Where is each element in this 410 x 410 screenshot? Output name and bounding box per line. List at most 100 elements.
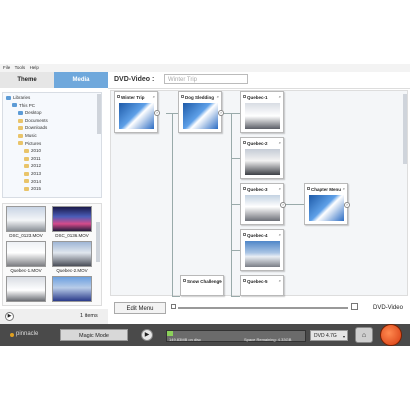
node-checkbox[interactable] xyxy=(243,279,246,282)
pinnacle-logo-icon xyxy=(10,333,14,337)
node-link-icon[interactable]: › xyxy=(218,110,224,116)
magic-mode-button[interactable]: Magic Mode xyxy=(60,329,128,341)
folder-tree-item[interactable]: 2014 xyxy=(24,179,41,185)
node-link-icon[interactable]: › xyxy=(280,202,286,208)
connector-line xyxy=(284,204,304,205)
node-title: Winter Trip xyxy=(121,95,145,100)
node-title: Quebec-2 xyxy=(247,141,268,146)
node-checkbox[interactable] xyxy=(243,233,246,236)
menu-help[interactable]: Help xyxy=(30,64,39,72)
folder-icon xyxy=(24,149,29,153)
folder-label: 2013 xyxy=(31,171,42,176)
connector-line xyxy=(172,296,180,297)
menu-tools[interactable]: Tools xyxy=(15,64,26,72)
node-checkbox[interactable] xyxy=(243,187,246,190)
folder-icon xyxy=(18,133,23,138)
folder-tree-item[interactable]: Documents xyxy=(18,118,48,124)
node-options-icon[interactable]: ⌕ xyxy=(343,186,345,191)
node-options-icon[interactable]: ⌕ xyxy=(219,278,221,283)
preview-play-button[interactable]: ▶ xyxy=(5,312,14,321)
media-thumbnail[interactable] xyxy=(6,276,46,302)
node-options-icon[interactable]: ⌕ xyxy=(279,186,281,191)
node-title: Quebec-5 xyxy=(247,279,268,284)
folder-tree-item[interactable]: Music xyxy=(18,133,37,139)
node-link-icon[interactable]: › xyxy=(344,202,350,208)
play-button[interactable]: ▶ xyxy=(141,329,153,341)
folder-tree-item[interactable]: Downloads xyxy=(18,125,47,131)
folder-tree-item[interactable]: Pictures xyxy=(18,141,41,147)
media-scrollbar[interactable] xyxy=(96,222,100,262)
folder-tree-item[interactable]: 2013 xyxy=(24,171,41,177)
menu-node[interactable]: Winter Trip ⌕ › xyxy=(114,91,160,133)
edit-menu-button[interactable]: Edit Menu xyxy=(114,302,166,314)
folder-tree-item[interactable]: Desktop xyxy=(18,110,42,116)
node-checkbox[interactable] xyxy=(117,95,120,98)
zoom-in-icon[interactable] xyxy=(351,303,358,310)
node-options-icon[interactable]: ⌕ xyxy=(279,140,281,145)
menu-node[interactable]: Snow Challenge ⌕ xyxy=(180,275,224,296)
media-filename: DSC_0136.MOV xyxy=(55,233,89,238)
project-title-input[interactable]: Winter Trip xyxy=(164,74,248,84)
disc-type-select[interactable]: DVD 4.7G ▾ xyxy=(310,330,348,341)
folder-label: Documents xyxy=(25,117,48,123)
folder-tree-item[interactable]: 2015 xyxy=(24,186,41,192)
node-checkbox[interactable] xyxy=(307,187,310,190)
node-checkbox[interactable] xyxy=(243,95,246,98)
media-thumbnail[interactable] xyxy=(52,206,92,232)
folder-tree-scrollbar[interactable] xyxy=(97,94,101,134)
node-title: Dog Sledding xyxy=(185,95,214,100)
connector-line xyxy=(231,296,240,297)
menu-node[interactable]: Quebec-4 ⌕ xyxy=(240,229,284,271)
burn-button[interactable] xyxy=(380,324,402,346)
canvas-scrollbar[interactable] xyxy=(403,94,407,164)
export-button[interactable]: ⌂ xyxy=(355,327,373,343)
tab-theme[interactable]: Theme xyxy=(0,72,54,88)
folder-label: This PC xyxy=(19,102,36,108)
connector-line xyxy=(172,113,173,297)
node-options-icon[interactable]: ⌕ xyxy=(217,94,219,99)
connector-line xyxy=(231,158,240,159)
node-options-icon[interactable]: ⌕ xyxy=(279,94,281,99)
media-thumbnail[interactable] xyxy=(52,241,92,267)
folder-label: Desktop xyxy=(25,110,42,116)
folder-label: 2014 xyxy=(31,178,42,184)
chapter-thumbnail xyxy=(245,149,280,175)
menu-node[interactable]: Quebec-1 ⌕ xyxy=(240,91,284,133)
menu-node[interactable]: Quebec-3 ⌕ › xyxy=(240,183,286,225)
node-options-icon[interactable]: ⌕ xyxy=(153,94,155,99)
media-filename: Quebec-1.MOV xyxy=(10,268,42,273)
menu-node[interactable]: Quebec-5 ⌕ xyxy=(240,275,284,296)
disc-remaining-text: Space Remaining: 4.33GB xyxy=(244,337,292,342)
folder-icon xyxy=(12,103,17,108)
node-title: Quebec-1 xyxy=(247,95,268,100)
node-checkbox[interactable] xyxy=(243,141,246,144)
folder-tree-item[interactable]: 2011 xyxy=(24,156,41,162)
zoom-slider[interactable] xyxy=(178,307,348,309)
folder-tree-item[interactable]: This PC xyxy=(12,103,35,109)
folder-icon xyxy=(24,164,29,169)
menu-node[interactable]: Chapter Menu ⌕ › xyxy=(304,183,350,225)
node-link-icon[interactable]: › xyxy=(154,110,160,116)
node-options-icon[interactable]: ⌕ xyxy=(279,232,281,237)
folder-tree-item[interactable]: 2012 xyxy=(24,163,41,169)
menu-node[interactable]: Dog Sledding ⌕ › xyxy=(178,91,224,133)
menu-thumbnail xyxy=(119,103,154,129)
folder-icon xyxy=(18,111,23,115)
node-checkbox[interactable] xyxy=(183,279,186,282)
folder-icon xyxy=(18,126,23,131)
folder-tree-item[interactable]: 2010 xyxy=(24,148,41,154)
folder-label: Music xyxy=(25,133,37,138)
node-checkbox[interactable] xyxy=(181,95,184,98)
menu-file[interactable]: File xyxy=(3,64,10,72)
menu-node[interactable]: Quebec-2 ⌕ xyxy=(240,137,284,179)
menu-thumbnail xyxy=(183,103,218,129)
media-thumbnail[interactable] xyxy=(6,241,46,267)
tab-media[interactable]: Media xyxy=(54,72,108,88)
media-thumbnail[interactable] xyxy=(52,276,92,302)
chapter-thumbnail xyxy=(245,195,280,221)
zoom-out-icon[interactable] xyxy=(171,304,176,309)
node-options-icon[interactable]: ⌕ xyxy=(279,278,281,283)
folder-tree-item[interactable]: Libraries xyxy=(6,95,30,101)
app-logo: pinnacle xyxy=(16,331,39,337)
media-thumbnail[interactable] xyxy=(6,206,46,232)
